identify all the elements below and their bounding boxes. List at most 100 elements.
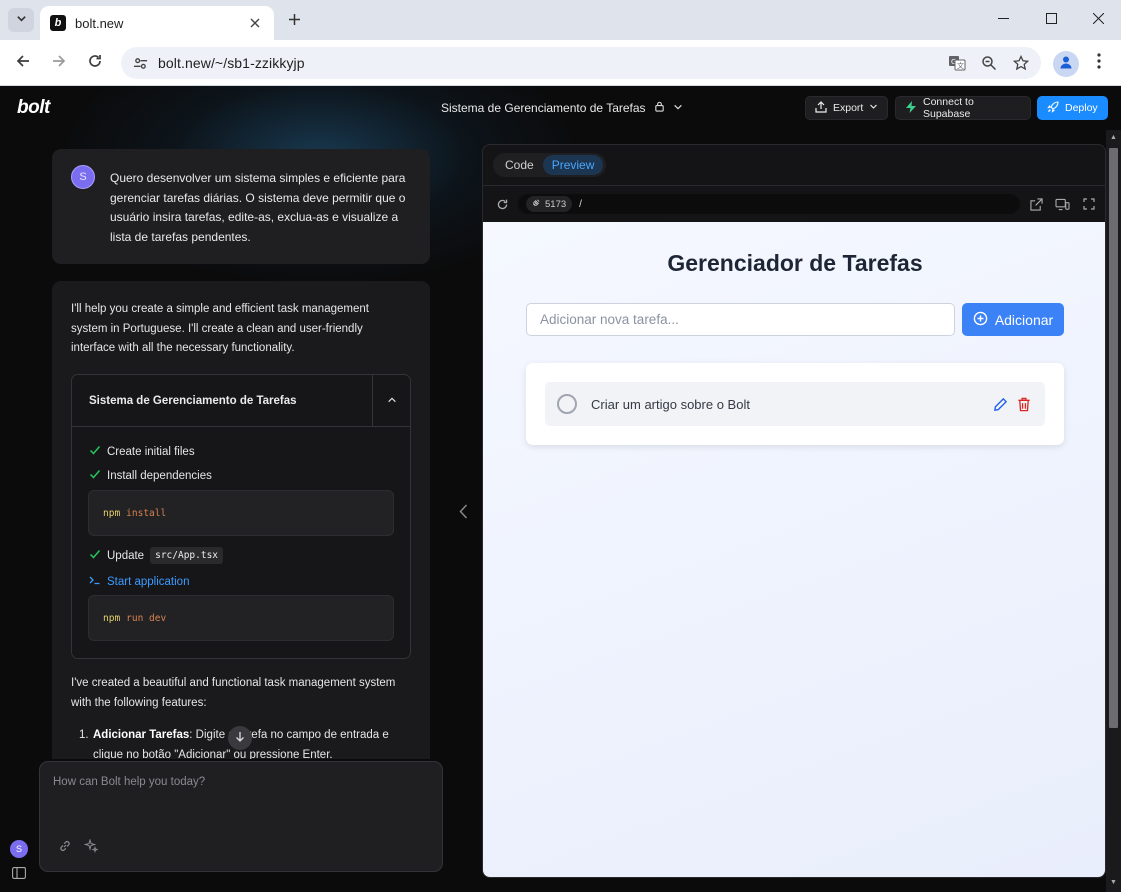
minimize-button[interactable] — [980, 0, 1026, 40]
preview-url-bar[interactable]: 5173 / — [518, 194, 1020, 214]
window-close-button[interactable] — [1075, 0, 1121, 40]
app-preview: Gerenciador de Tarefas Adicionar Criar u… — [483, 222, 1105, 877]
translate-icon[interactable]: G文 — [945, 51, 969, 75]
cmd-npm: npm — [103, 507, 121, 519]
profile-button[interactable] — [1053, 51, 1079, 77]
share-icon — [815, 100, 827, 116]
project-title-dropdown[interactable]: Sistema de Gerenciamento de Tarefas — [441, 101, 683, 115]
reload-icon[interactable] — [492, 194, 512, 214]
port-badge[interactable]: 5173 — [526, 196, 573, 212]
forward-button[interactable] — [47, 51, 71, 75]
bookmark-star-icon[interactable] — [1009, 51, 1033, 75]
arrow-left-icon — [15, 53, 31, 74]
browser-tab-active[interactable]: b bolt.new — [40, 6, 274, 40]
task-complete-checkbox[interactable] — [557, 394, 577, 414]
connect-supabase-button[interactable]: Connect to Supabase — [895, 96, 1031, 120]
chevron-up-icon — [387, 392, 397, 410]
user-message: S Quero desenvolver um sistema simples e… — [52, 149, 430, 264]
reload-icon — [87, 53, 103, 74]
prompt-input[interactable] — [53, 776, 423, 816]
site-settings-icon[interactable] — [129, 52, 151, 74]
step-update-file: Update src/App.tsx — [89, 547, 224, 564]
rocket-icon — [1047, 100, 1059, 116]
assistant-summary-text: I've created a beautiful and functional … — [71, 677, 396, 709]
artifact-collapse-button[interactable] — [372, 374, 410, 427]
list-number: 1. — [79, 729, 89, 741]
chevron-left-icon[interactable] — [456, 501, 470, 521]
device-toggle-icon[interactable] — [1052, 194, 1072, 214]
browser-toolbar: bolt.new/~/sb1-zzikkyjp G文 — [0, 40, 1121, 86]
step-label: Start application — [107, 575, 190, 588]
check-icon — [89, 548, 101, 563]
add-task-label: Adicionar — [994, 311, 1054, 328]
sparkles-icon[interactable] — [82, 837, 100, 855]
pencil-icon[interactable] — [991, 395, 1009, 413]
trash-icon[interactable] — [1015, 395, 1033, 413]
check-icon — [89, 444, 101, 459]
back-button[interactable] — [11, 51, 35, 75]
task-text: Criar um artigo sobre o Bolt — [591, 396, 750, 412]
browser-menu-button[interactable] — [1089, 51, 1109, 75]
project-title: Sistema de Gerenciamento de Tarefas — [441, 101, 646, 115]
chat-messages[interactable]: S Quero desenvolver um sistema simples e… — [52, 149, 430, 759]
tab-search-button[interactable] — [8, 8, 34, 32]
chevron-down-icon — [673, 101, 683, 115]
step-create-files: Create initial files — [89, 444, 195, 459]
zoom-icon[interactable] — [977, 51, 1001, 75]
deploy-button[interactable]: Deploy — [1037, 96, 1108, 120]
plug-icon — [532, 198, 541, 210]
more-vertical-icon — [1097, 52, 1101, 74]
address-bar[interactable]: bolt.new/~/sb1-zzikkyjp G文 — [121, 47, 1041, 79]
supabase-label: Connect to Supabase — [923, 96, 974, 120]
file-path[interactable]: src/App.tsx — [150, 547, 224, 564]
feature-list: 1. Adicionar Tarefas: Digite a tarefa no… — [79, 726, 411, 759]
scroll-up-arrow[interactable]: ▲ — [1109, 133, 1118, 143]
reload-button[interactable] — [83, 51, 107, 75]
cmd-args: run dev — [126, 612, 167, 624]
command-npm-run-dev: npm run dev — [88, 595, 394, 641]
task-item: Criar um artigo sobre o Bolt — [545, 382, 1045, 426]
preview-toolbar: 5173 / — [483, 186, 1105, 222]
close-icon — [1092, 11, 1104, 29]
scrollbar-thumb[interactable] — [1109, 148, 1118, 728]
page-scrollbar[interactable]: ▲ ▼ — [1106, 130, 1121, 892]
new-tab-button[interactable] — [284, 9, 304, 31]
workbench-panel: Code Preview 5173 / Gerenciador de Taref… — [482, 144, 1106, 878]
bolt-logo[interactable]: bolt — [17, 97, 50, 119]
step-label: Update — [107, 549, 145, 562]
bolt-favicon-icon: b — [50, 15, 66, 31]
scroll-to-bottom-button[interactable] — [228, 726, 252, 750]
deploy-label: Deploy — [1065, 102, 1098, 114]
preview-path: / — [579, 198, 582, 210]
sidebar-user-avatar[interactable]: S — [10, 840, 28, 858]
add-task-button[interactable]: Adicionar — [962, 303, 1064, 336]
maximize-icon — [1045, 11, 1057, 29]
sidebar-toggle-icon[interactable] — [11, 866, 27, 880]
url-text[interactable]: bolt.new/~/sb1-zzikkyjp — [158, 55, 945, 71]
fullscreen-icon[interactable] — [1079, 194, 1099, 214]
arrow-down-icon — [235, 731, 245, 746]
export-button[interactable]: Export — [805, 96, 888, 120]
link-icon[interactable] — [56, 837, 74, 855]
artifact-header[interactable]: Sistema de Gerenciamento de Tarefas — [72, 374, 410, 427]
chevron-down-icon — [16, 13, 27, 27]
chat-input-box — [39, 761, 443, 872]
step-install-deps: Install dependencies — [89, 468, 212, 483]
supabase-bolt-icon — [905, 100, 917, 116]
task-list-card: Criar um artigo sobre o Bolt — [526, 363, 1064, 445]
new-task-input[interactable] — [526, 303, 955, 336]
svg-text:文: 文 — [957, 61, 964, 70]
close-icon[interactable] — [246, 15, 264, 31]
person-icon — [1059, 55, 1073, 74]
terminal-icon — [89, 574, 101, 589]
scroll-down-arrow[interactable]: ▼ — [1109, 878, 1118, 888]
chevron-down-icon — [869, 102, 878, 114]
tab-code[interactable]: Code — [496, 155, 543, 175]
artifact-title: Sistema de Gerenciamento de Tarefas — [89, 394, 297, 407]
minimize-icon — [997, 11, 1009, 29]
tab-preview[interactable]: Preview — [542, 155, 604, 175]
open-external-icon[interactable] — [1026, 194, 1046, 214]
preview-page-title: Gerenciador de Tarefas — [667, 250, 923, 276]
maximize-button[interactable] — [1028, 0, 1074, 40]
assistant-message: I'll help you create a simple and effici… — [52, 281, 430, 759]
